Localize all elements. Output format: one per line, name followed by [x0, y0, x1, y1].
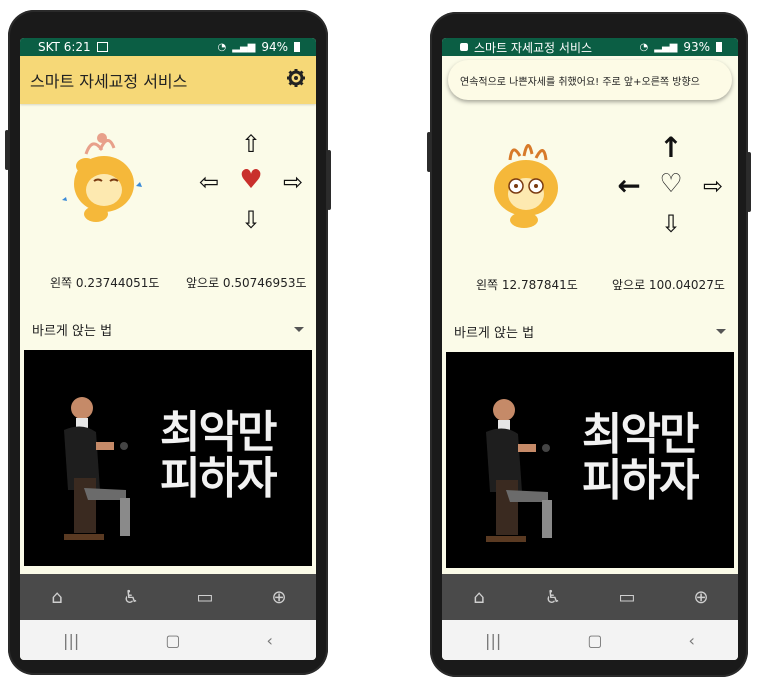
wheelchair-icon[interactable]: ♿ — [538, 582, 568, 612]
arrow-right-icon: ⇨ — [702, 172, 724, 200]
system-nav-bar: ||| ▢ ‹ — [442, 620, 738, 660]
posture-guide-dropdown[interactable]: 바르게 앉는 법 — [20, 314, 316, 344]
wifi-icon: ◔ — [217, 41, 227, 53]
app-bar: 스마트 자세교정 서비스 — [20, 56, 316, 104]
screen: 스마트 자세교정 서비스 ◔ ▂▄▆ 93% 연속적으로 나쁜자세를 취했어요!… — [442, 38, 738, 660]
status-app-title: 스마트 자세교정 서비스 — [474, 40, 593, 55]
heart-outline-icon: ♡ — [659, 169, 683, 199]
home-button-icon[interactable]: ▢ — [165, 631, 180, 650]
cart-icon[interactable]: ⊕ — [686, 582, 716, 612]
posture-guide-dropdown[interactable]: 바르게 앉는 법 — [442, 316, 738, 346]
arrow-left-icon: ⇦ — [198, 168, 220, 196]
phone-left: SKT 6:21 ◔ ▂▄▆ 94% 스마트 자세교정 서비스 ⇧ ⇦ ♥ ⇨ … — [5, 10, 331, 675]
front-angle-text: 앞으로 100.04027도 — [612, 278, 725, 292]
front-angle-text: 앞으로 0.50746953도 — [186, 276, 307, 290]
video-title-line1: 최악만 — [582, 409, 699, 460]
signal-icon: ▂▄▆ — [232, 41, 256, 53]
volume-button — [5, 130, 9, 170]
arrow-right-icon: ⇨ — [282, 168, 304, 196]
back-icon[interactable]: ‹ — [267, 631, 273, 650]
video-title-line2: 피하자 — [160, 453, 277, 504]
power-button — [327, 150, 331, 210]
heart-icon: ♥ — [239, 165, 263, 195]
power-button — [747, 152, 751, 212]
status-carrier-time: SKT 6:21 — [38, 40, 91, 54]
dropdown-label: 바르게 앉는 법 — [32, 323, 113, 339]
direction-indicator: ⇧ ⇦ ♥ ⇨ ⇩ — [196, 132, 306, 242]
back-icon[interactable]: ‹ — [689, 631, 695, 650]
tv-icon[interactable]: ▭ — [612, 582, 642, 612]
wheelchair-icon[interactable]: ♿ — [116, 582, 146, 612]
android-icon — [460, 43, 468, 51]
arrow-up-icon: ⇧ — [240, 130, 262, 158]
bottom-nav: ⌂ ♿ ▭ ⊕ — [20, 574, 316, 620]
image-icon — [96, 42, 108, 52]
video-title-line1: 최악만 — [160, 407, 277, 458]
arrow-left-icon: ← — [617, 169, 641, 202]
volume-button — [427, 132, 431, 172]
left-angle-text: 왼쪽 12.787841도 — [476, 278, 578, 292]
wifi-icon: ◔ — [639, 41, 649, 53]
status-bar: SKT 6:21 ◔ ▂▄▆ 94% — [20, 38, 316, 56]
chevron-down-icon — [716, 328, 726, 334]
video-player[interactable]: 최악만 피하자 — [24, 350, 312, 566]
direction-indicator: ↑ ← ♡ ⇨ ⇩ — [616, 131, 726, 246]
sitting-man-image — [64, 397, 130, 540]
mascot-happy-image — [56, 126, 146, 226]
settings-gear-icon[interactable] — [286, 68, 306, 92]
status-bar: 스마트 자세교정 서비스 ◔ ▂▄▆ 93% — [442, 38, 738, 56]
warning-toast[interactable]: 연속적으로 나쁜자세를 취했어요! 주로 앞+오른쪽 방향으 — [448, 60, 732, 100]
video-player[interactable]: 최악만 피하자 — [446, 352, 734, 568]
phone-right: 스마트 자세교정 서비스 ◔ ▂▄▆ 93% 연속적으로 나쁜자세를 취했어요!… — [427, 12, 751, 677]
sitting-man-image — [486, 399, 552, 542]
video-title-line2: 피하자 — [582, 455, 699, 506]
screen: SKT 6:21 ◔ ▂▄▆ 94% 스마트 자세교정 서비스 ⇧ ⇦ ♥ ⇨ … — [20, 38, 316, 660]
battery-icon — [716, 42, 722, 52]
cart-icon[interactable]: ⊕ — [264, 582, 294, 612]
home-icon[interactable]: ⌂ — [42, 582, 72, 612]
home-button-icon[interactable]: ▢ — [587, 631, 602, 650]
recent-apps-icon[interactable]: ||| — [63, 631, 79, 650]
home-icon[interactable]: ⌂ — [464, 582, 494, 612]
app-title: 스마트 자세교정 서비스 — [30, 72, 188, 91]
system-nav-bar: ||| ▢ ‹ — [20, 620, 316, 660]
signal-icon: ▂▄▆ — [654, 41, 678, 53]
battery-percent: 94% — [261, 40, 288, 54]
bottom-nav: ⌂ ♿ ▭ ⊕ — [442, 574, 738, 620]
arrow-down-icon: ⇩ — [240, 206, 262, 234]
arrow-down-icon: ⇩ — [660, 210, 682, 238]
chevron-down-icon — [294, 326, 304, 332]
mascot-dizzy-image — [480, 134, 570, 234]
dropdown-label: 바르게 앉는 법 — [454, 325, 535, 341]
tv-icon[interactable]: ▭ — [190, 582, 220, 612]
battery-icon — [294, 42, 300, 52]
left-angle-text: 왼쪽 0.23744051도 — [50, 276, 160, 290]
recent-apps-icon[interactable]: ||| — [485, 631, 501, 650]
arrow-up-icon: ↑ — [659, 131, 683, 164]
battery-percent: 93% — [683, 40, 710, 54]
